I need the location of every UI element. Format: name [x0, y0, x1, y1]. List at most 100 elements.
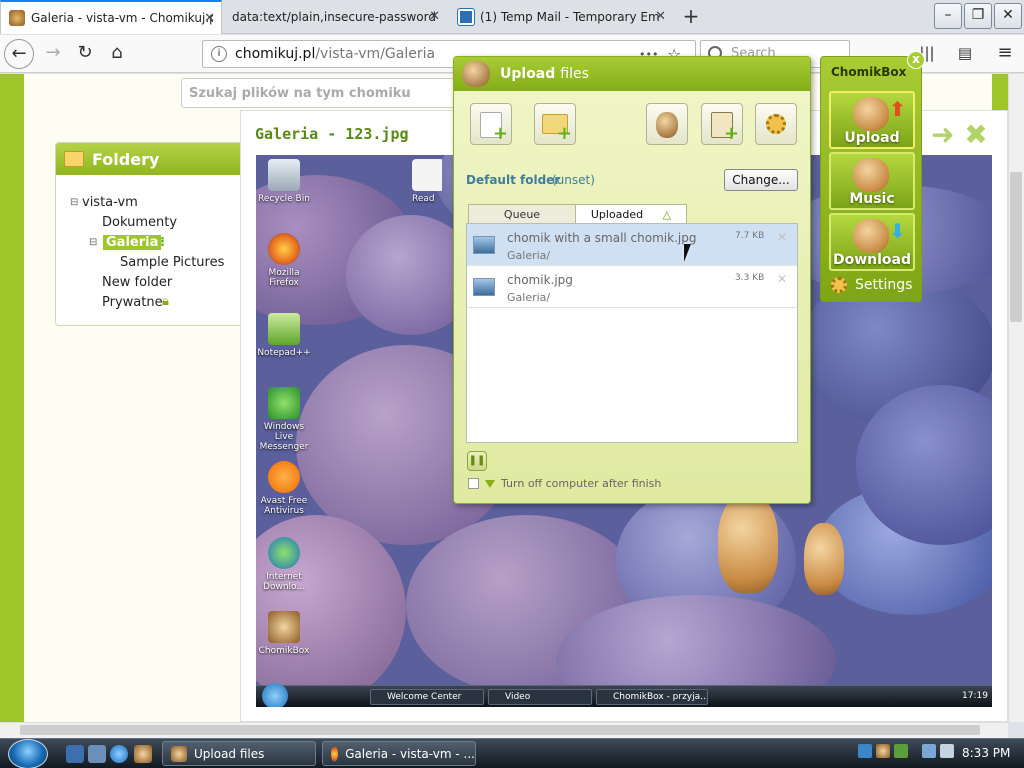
- turn-off-label: Turn off computer after finish: [501, 477, 662, 490]
- file-size: 3.3 KB: [735, 273, 765, 283]
- url-host: chomikuj.pl: [235, 46, 316, 62]
- chomikbox-music-button[interactable]: Music: [829, 152, 915, 210]
- menu-icon[interactable]: ≡: [990, 39, 1020, 69]
- hamster-icon: [853, 97, 889, 131]
- chomikbox-quicklaunch-icon[interactable]: [134, 745, 152, 763]
- taskbar-button-label: Galeria - vista-vm - ...: [345, 746, 475, 761]
- volume-icon[interactable]: [940, 744, 954, 758]
- taskbar-upload-files[interactable]: Upload files: [162, 741, 316, 766]
- internet-explorer-icon[interactable]: [110, 745, 128, 763]
- maximize-button[interactable]: ❐: [964, 3, 992, 29]
- remove-file-icon[interactable]: ✕: [777, 230, 787, 244]
- url-path: /vista-vm/Galeria: [315, 46, 436, 62]
- close-icon[interactable]: ✕: [204, 11, 215, 26]
- sort-up-icon: △: [662, 208, 672, 221]
- sidebar-icon[interactable]: ▤: [950, 39, 980, 69]
- turn-off-option[interactable]: Turn off computer after finish: [468, 477, 661, 490]
- pause-button[interactable]: ❚❚: [467, 451, 487, 471]
- new-tab-button[interactable]: +: [678, 4, 704, 30]
- file-name: chomik.jpg: [507, 273, 573, 287]
- tab-uploaded[interactable]: Uploaded △: [575, 204, 687, 225]
- collapse-icon[interactable]: ⊟: [70, 197, 78, 208]
- file-folder: Galeria/: [507, 249, 551, 262]
- close-icon[interactable]: ✕: [429, 9, 440, 24]
- tab-label: (1) Temp Mail - Temporary Em: [480, 10, 660, 24]
- arrow-up-icon: ⬆: [889, 97, 906, 121]
- vertical-scroll-thumb[interactable]: [1010, 172, 1022, 322]
- chomik-upload-icon: [462, 61, 490, 87]
- expand-icon[interactable]: [485, 479, 495, 488]
- forward-icon[interactable]: →: [38, 39, 68, 69]
- collapse-icon[interactable]: ⊟: [89, 237, 97, 248]
- tab-queue[interactable]: Queue: [468, 204, 576, 225]
- tray-app-icon[interactable]: [894, 744, 908, 758]
- network-icon[interactable]: [858, 744, 872, 758]
- vm-task-video: Video: [488, 689, 592, 705]
- chomikbox-icon: [268, 611, 300, 643]
- reload-icon[interactable]: ↻: [70, 39, 100, 69]
- upload-dialog-header: Upload files: [454, 57, 810, 91]
- show-desktop-icon[interactable]: [66, 745, 84, 763]
- recycle-bin-icon: [268, 159, 300, 191]
- plus-icon: +: [723, 123, 739, 144]
- folders-panel: Foldery ⊟ vista-vm Dokumenty ⊟ Galeria ⁝…: [55, 142, 245, 326]
- taskbar-clock[interactable]: 8:33 PM: [962, 746, 1010, 760]
- file-row[interactable]: chomik with a small chomik.jpg Galeria/ …: [467, 224, 797, 266]
- chomikbox-close-button[interactable]: x: [907, 51, 925, 69]
- remove-file-icon[interactable]: ✕: [777, 272, 787, 286]
- hamster-icon: [853, 219, 889, 253]
- gallery-next-close-icon[interactable]: ➜ ✖: [931, 121, 1008, 149]
- horizontal-scroll-thumb[interactable]: [20, 725, 980, 735]
- vm-task-chomikbox: ChomikBox - przyja...: [596, 689, 708, 705]
- chomik-button[interactable]: [646, 103, 688, 145]
- alert-icon: ⁝: [160, 235, 165, 250]
- desktop-icon-label: Mozilla Firefox: [268, 268, 300, 288]
- minimize-button[interactable]: –: [934, 3, 962, 29]
- turn-off-checkbox[interactable]: [468, 478, 479, 489]
- close-window-button[interactable]: ✕: [994, 3, 1022, 29]
- lock-icon: 🔒︎: [162, 294, 169, 309]
- upload-title-rest: files: [560, 66, 589, 82]
- chomikbox-tray-icon[interactable]: [876, 744, 890, 758]
- tree-item-sample-pictures[interactable]: Sample Pictures: [120, 255, 224, 270]
- close-icon[interactable]: ✕: [655, 9, 666, 24]
- tree-root[interactable]: vista-vm: [82, 195, 138, 210]
- switch-windows-icon[interactable]: [88, 745, 106, 763]
- tab-galeria[interactable]: Galeria - vista-vm - Chomikuj.p ✕: [0, 0, 222, 34]
- tree-item-galeria[interactable]: Galeria: [103, 235, 162, 250]
- add-folder-button[interactable]: +: [534, 103, 576, 145]
- add-clipboard-button[interactable]: +: [701, 103, 743, 145]
- desktop-icon-label: Notepad++: [257, 348, 311, 358]
- document-icon: [412, 159, 442, 191]
- chomik-favicon-icon: [9, 10, 25, 26]
- default-folder-label: Default folder: [466, 173, 561, 187]
- chomikbox-settings-button[interactable]: Settings: [831, 277, 912, 293]
- desktop-icon-chomikbox: ChomikBox: [256, 611, 312, 656]
- change-folder-button[interactable]: Change...: [724, 169, 798, 191]
- tab-uploaded-label: Uploaded: [590, 208, 644, 221]
- tab-temp-mail[interactable]: (1) Temp Mail - Temporary Em ✕: [450, 0, 672, 34]
- file-row[interactable]: chomik.jpg Galeria/ 3.3 KB ✕: [467, 266, 797, 308]
- taskbar-galeria[interactable]: Galeria - vista-vm - ...: [322, 741, 476, 766]
- back-icon[interactable]: ←: [4, 39, 34, 69]
- tab-data-url[interactable]: data:text/plain,insecure-password ✕: [224, 0, 446, 34]
- home-icon[interactable]: ⌂: [102, 39, 132, 69]
- display-icon[interactable]: [922, 744, 936, 758]
- avast-icon: [268, 461, 300, 493]
- start-button[interactable]: [8, 739, 48, 768]
- info-icon[interactable]: i: [211, 46, 227, 62]
- desktop-icon-label: Windows Live Messenger: [259, 422, 309, 452]
- tree-item-prywatne[interactable]: Prywatne: [102, 295, 163, 310]
- tree-item-new-folder[interactable]: New folder: [102, 275, 172, 290]
- tree-item-dokumenty[interactable]: Dokumenty: [102, 215, 177, 230]
- chomikbox-upload-button[interactable]: ⬆ Upload: [829, 91, 915, 149]
- folder-icon: [64, 151, 84, 167]
- vm-taskbar: Welcome Center Video ChomikBox - przyja.…: [256, 683, 992, 707]
- arrow-down-icon: ⬇: [889, 219, 906, 243]
- chomikbox-download-button[interactable]: ⬇ Download: [829, 213, 915, 271]
- upload-settings-button[interactable]: [755, 103, 797, 145]
- hamster-figure: [718, 493, 778, 593]
- image-file-icon: [473, 236, 495, 254]
- add-file-button[interactable]: +: [470, 103, 512, 145]
- chomik-search-input[interactable]: Szukaj plików na tym chomiku: [181, 78, 457, 108]
